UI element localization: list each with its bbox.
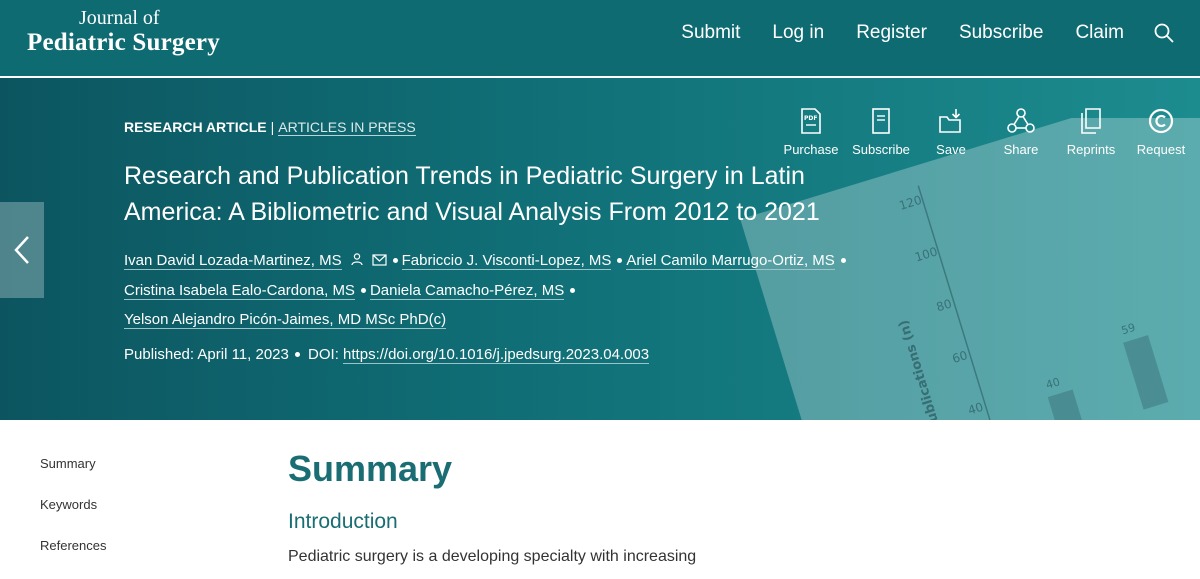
- folder-save-icon: [939, 109, 961, 133]
- author-link[interactable]: Ivan David Lozada-Martinez, MS: [124, 252, 342, 270]
- publication-info: Published: April 11, 2023 DOI: https://d…: [124, 346, 650, 364]
- pub-separator-dot: [294, 352, 300, 357]
- share-icon: [1007, 108, 1035, 133]
- author-link[interactable]: Ariel Camilo Marrugo-Ortiz, MS: [626, 252, 835, 270]
- purchase-label: Purchase: [783, 142, 839, 157]
- share-label: Share: [1003, 142, 1039, 157]
- article-hero: 120 100 80 60 40 Publications (n) 40 59 …: [0, 78, 1200, 420]
- journal-logo[interactable]: Journal of Pediatric Surgery: [27, 7, 220, 57]
- reprints-label: Reprints: [1066, 142, 1116, 157]
- published-date: April 11, 2023: [197, 346, 289, 363]
- svg-text:PDF: PDF: [804, 115, 817, 122]
- pdf-icon: PDF: [801, 108, 821, 134]
- sidebar-item-summary[interactable]: Summary: [40, 456, 106, 497]
- author-separator-dot: [392, 258, 398, 263]
- share-button[interactable]: Share: [986, 104, 1056, 157]
- nav-claim-link[interactable]: Claim: [1075, 22, 1124, 44]
- sidebar-item-keywords[interactable]: Keywords: [40, 497, 106, 538]
- email-icon[interactable]: [372, 247, 387, 276]
- article-toolbar: PDF Purchase Subscribe Save Share Reprin…: [776, 104, 1196, 157]
- reprints-icon: [1081, 108, 1101, 134]
- author-link[interactable]: Fabriccio J. Visconti-Lopez, MS: [401, 252, 612, 270]
- purchase-button[interactable]: PDF Purchase: [776, 104, 846, 157]
- previous-article-button[interactable]: [0, 202, 44, 298]
- top-navigation-bar: Journal of Pediatric Surgery Submit Log …: [0, 0, 1200, 76]
- doi-label: DOI:: [308, 346, 339, 363]
- kicker-separator: |: [270, 119, 275, 135]
- author-link[interactable]: Yelson Alejandro Picón-Jaimes, MD MSc Ph…: [124, 310, 447, 329]
- introduction-heading: Introduction: [288, 510, 398, 533]
- request-button[interactable]: Request: [1126, 104, 1196, 157]
- journal-logo-line2: Pediatric Surgery: [27, 29, 220, 56]
- search-icon[interactable]: [1154, 22, 1176, 44]
- author-list: Ivan David Lozada-Martinez, MS Fabriccio …: [124, 246, 904, 334]
- author-profile-icon[interactable]: [350, 247, 364, 276]
- nav-subscribe-link[interactable]: Subscribe: [959, 22, 1044, 44]
- nav-login-link[interactable]: Log in: [772, 22, 824, 44]
- copyright-icon: [1148, 108, 1174, 134]
- nav-submit-link[interactable]: Submit: [681, 22, 740, 44]
- author-separator-dot: [360, 287, 366, 293]
- articles-in-press-link[interactable]: ARTICLES IN PRESS: [278, 119, 416, 136]
- article-title: Research and Publication Trends in Pedia…: [124, 162, 820, 226]
- reprints-button[interactable]: Reprints: [1056, 104, 1126, 157]
- main-nav: Submit Log in Register Subscribe Claim: [649, 0, 1200, 66]
- save-button[interactable]: Save: [916, 104, 986, 157]
- nav-register-link[interactable]: Register: [856, 22, 927, 44]
- article-type: RESEARCH ARTICLE: [124, 119, 267, 135]
- article-kicker: RESEARCH ARTICLE | ARTICLES IN PRESS: [124, 119, 416, 136]
- introduction-paragraph: Pediatric surgery is a developing specia…: [288, 548, 697, 565]
- section-sidebar: Summary Keywords References: [40, 456, 106, 579]
- subscribe-button[interactable]: Subscribe: [846, 104, 916, 157]
- author-link[interactable]: Cristina Isabela Ealo-Cardona, MS: [124, 281, 355, 300]
- sidebar-item-references[interactable]: References: [40, 538, 106, 579]
- doi-link[interactable]: https://doi.org/10.1016/j.jpedsurg.2023.…: [343, 346, 650, 364]
- subscribe-label: Subscribe: [852, 142, 910, 157]
- journal-icon: [872, 108, 890, 134]
- request-label: Request: [1136, 142, 1186, 157]
- author-separator-dot: [840, 258, 846, 263]
- author-separator-dot: [617, 258, 623, 263]
- author-link[interactable]: Daniela Camacho-Pérez, MS: [369, 281, 565, 300]
- journal-logo-line1: Journal of: [79, 7, 160, 29]
- summary-heading: Summary: [288, 448, 453, 489]
- published-label: Published:: [124, 346, 195, 363]
- author-separator-dot: [570, 287, 576, 293]
- save-label: Save: [936, 142, 966, 157]
- chevron-left-icon: [14, 236, 29, 264]
